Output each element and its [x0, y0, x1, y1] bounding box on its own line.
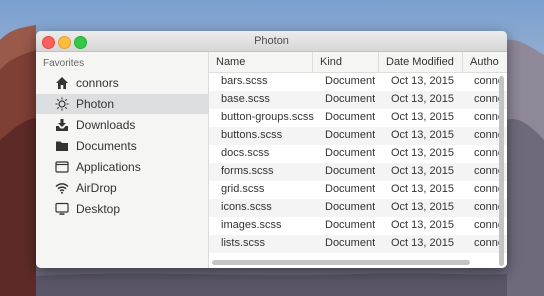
cell-date: Oct 13, 2015	[391, 219, 454, 231]
table-row[interactable]: images.scss Document Oct 13, 2015 conno	[209, 217, 507, 235]
cell-name: bars.scss	[221, 75, 268, 87]
home-icon	[56, 77, 68, 89]
monitor-icon	[55, 202, 69, 215]
cell-name: images.scss	[221, 219, 282, 231]
cell-kind: Document	[325, 129, 376, 141]
cell-name: lists.scss	[221, 237, 265, 249]
table-row[interactable]: icons.scss Document Oct 13, 2015 conno	[209, 199, 507, 217]
cell-date: Oct 13, 2015	[391, 111, 454, 123]
cell-name: grid.scss	[221, 183, 265, 195]
sidebar-item-label: Documents	[76, 139, 137, 153]
table-row[interactable]: grid.scss Document Oct 13, 2015 conno	[209, 181, 507, 199]
download-icon	[56, 119, 68, 131]
cell-kind: Document	[325, 219, 376, 231]
cell-kind: Document	[325, 237, 376, 249]
cell-date: Oct 13, 2015	[391, 165, 454, 177]
sun-icon	[55, 97, 69, 111]
table-row[interactable]: buttons.scss Document Oct 13, 2015 conno	[209, 127, 507, 145]
sidebar-item-applications[interactable]: Applications	[36, 157, 208, 177]
sidebar-item-downloads[interactable]: Downloads	[36, 115, 208, 135]
table-row[interactable]: docs.scss Document Oct 13, 2015 conno	[209, 145, 507, 163]
column-header-kind[interactable]: Kind	[313, 52, 379, 72]
cell-name: docs.scss	[221, 147, 270, 159]
table-row[interactable]: forms.scss Document Oct 13, 2015 conno	[209, 163, 507, 181]
column-header-date-modified[interactable]: Date Modified	[379, 52, 463, 72]
sidebar-item-connors[interactable]: connors	[36, 73, 208, 93]
cell-name: button-groups.scss	[221, 111, 314, 123]
sidebar-heading: Favorites	[43, 58, 85, 69]
cell-date: Oct 13, 2015	[391, 237, 454, 249]
cell-name: icons.scss	[221, 201, 272, 213]
sidebar: Favorites connors Photon Downloads Docum…	[36, 52, 209, 268]
cell-kind: Document	[325, 165, 376, 177]
cell-kind: Document	[325, 147, 376, 159]
table-header: Name Kind Date Modified Autho	[209, 52, 507, 73]
sidebar-item-label: Applications	[76, 160, 141, 174]
sidebar-item-label: AirDrop	[76, 181, 117, 195]
title-bar[interactable]: Photon	[36, 31, 507, 52]
sidebar-item-documents[interactable]: Documents	[36, 136, 208, 156]
cell-date: Oct 13, 2015	[391, 129, 454, 141]
finder-window: Photon Favorites connors Photon Download…	[36, 31, 507, 268]
table-row[interactable]: lists.scss Document Oct 13, 2015 conno	[209, 235, 507, 253]
cell-kind: Document	[325, 93, 376, 105]
column-header-name[interactable]: Name	[209, 52, 313, 72]
sidebar-item-label: Photon	[76, 97, 115, 111]
table-row[interactable]: bars.scss Document Oct 13, 2015 conno	[209, 73, 507, 91]
horizontal-scrollbar[interactable]	[212, 260, 470, 265]
sidebar-item-airdrop[interactable]: AirDrop	[36, 178, 208, 198]
sidebar-item-label: Desktop	[76, 202, 121, 216]
sidebar-item-desktop[interactable]: Desktop	[36, 199, 208, 219]
table-row[interactable]: button-groups.scss Document Oct 13, 2015…	[209, 109, 507, 127]
cell-name: buttons.scss	[221, 129, 283, 141]
folder-icon	[56, 141, 68, 151]
sidebar-item-label: connors	[76, 76, 119, 90]
cell-kind: Document	[325, 75, 376, 87]
column-header-author[interactable]: Autho	[463, 52, 507, 72]
cell-date: Oct 13, 2015	[391, 201, 454, 213]
cell-date: Oct 13, 2015	[391, 75, 454, 87]
sidebar-item-photon[interactable]: Photon	[36, 94, 208, 114]
cell-date: Oct 13, 2015	[391, 147, 454, 159]
cell-date: Oct 13, 2015	[391, 183, 454, 195]
window-title: Photon	[254, 35, 289, 47]
cell-kind: Document	[325, 201, 376, 213]
cell-name: base.scss	[221, 93, 270, 105]
table-row[interactable]: base.scss Document Oct 13, 2015 conno	[209, 91, 507, 109]
cell-kind: Document	[325, 111, 376, 123]
cell-name: forms.scss	[221, 165, 274, 177]
cell-date: Oct 13, 2015	[391, 93, 454, 105]
vertical-scrollbar[interactable]	[499, 76, 504, 266]
sidebar-item-label: Downloads	[76, 118, 136, 132]
wifi-icon	[55, 183, 69, 194]
file-list: Name Kind Date Modified Autho bars.scss …	[209, 52, 507, 268]
cell-kind: Document	[325, 183, 376, 195]
window-icon	[55, 161, 69, 173]
table-body: bars.scss Document Oct 13, 2015 conno ba…	[209, 73, 507, 268]
